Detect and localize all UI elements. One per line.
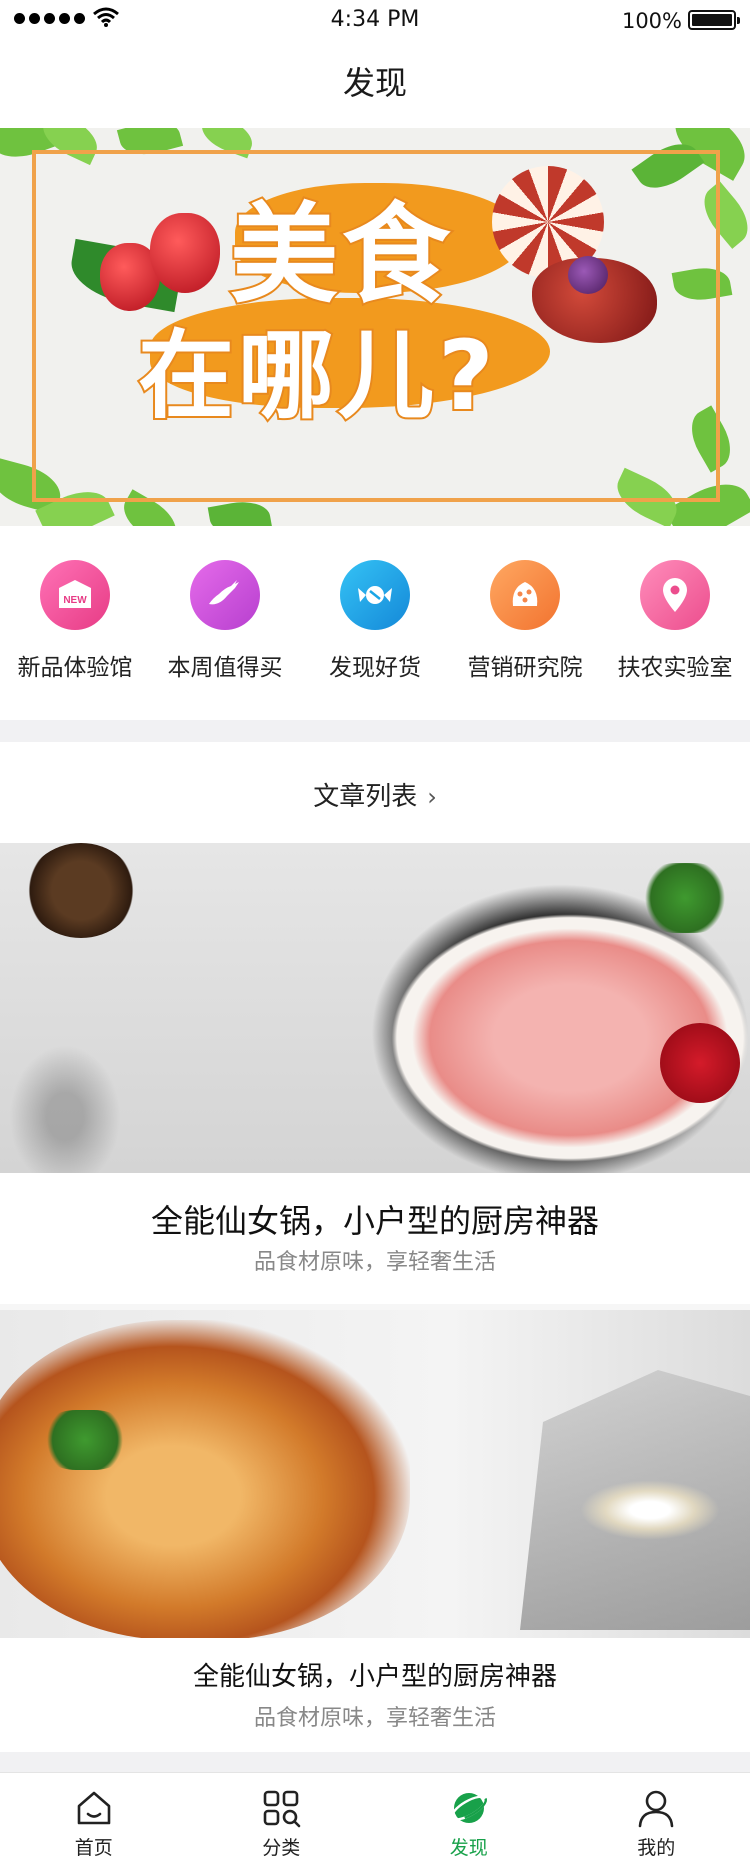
chili-garnish-image: [40, 1410, 130, 1470]
berries-image: [568, 256, 608, 294]
home-icon: [77, 1791, 111, 1825]
article-title[interactable]: 全能仙女锅，小户型的厨房神器: [0, 1196, 750, 1242]
tab-home[interactable]: 首页: [0, 1773, 188, 1869]
new-tag-icon: NEW: [40, 560, 110, 630]
tab-label: 我的: [637, 1837, 676, 1859]
location-pin-icon: [640, 560, 710, 630]
grid-search-icon: [263, 1790, 301, 1828]
tab-label: 发现: [449, 1837, 488, 1859]
planet-icon: [450, 1793, 487, 1823]
article-image[interactable]: [0, 843, 750, 1173]
category-agri-lab[interactable]: 扶农实验室: [600, 560, 750, 682]
category-shortcuts: NEW 新品体验馆 本周值得买 发现好货 营销研究院 扶农实验室: [0, 560, 750, 682]
promo-banner[interactable]: 美食 在哪儿?: [0, 128, 750, 526]
category-label: 营销研究院: [467, 655, 583, 681]
section-divider: [0, 1752, 750, 1772]
tab-profile[interactable]: 我的: [563, 1773, 750, 1869]
tab-discover[interactable]: 发现: [375, 1773, 563, 1869]
category-label: 发现好货: [329, 655, 421, 681]
rose-garnish-image: [660, 1023, 740, 1103]
svg-text:NEW: NEW: [63, 595, 87, 606]
light-flare-image: [580, 1480, 720, 1540]
status-bar: 4:34 PM 100%: [0, 0, 750, 40]
user-icon: [638, 1790, 674, 1828]
article-list-link[interactable]: 文章列表 ›: [0, 776, 750, 813]
spice-bowl-image: [26, 843, 136, 938]
page-title: 发现: [342, 64, 407, 102]
section-divider: [0, 720, 750, 742]
crab-dish-image: [0, 1320, 410, 1638]
category-label: 扶农实验室: [617, 655, 733, 681]
chevron-right-icon: ›: [427, 783, 437, 811]
article-title[interactable]: 全能仙女锅，小户型的厨房神器: [0, 1656, 750, 1693]
bird-icon: [190, 560, 260, 630]
herb-garnish-image: [640, 863, 730, 933]
category-label: 新品体验馆: [17, 655, 133, 681]
article-subtitle: 品食材原味，享轻奢生活: [253, 1706, 496, 1731]
battery-icon: [688, 10, 740, 30]
pie-icon: [490, 560, 560, 630]
strawberry-image: [150, 213, 220, 293]
category-label: 本周值得买: [167, 655, 283, 681]
banner-headline-line2: 在哪儿?: [136, 318, 498, 434]
article-image[interactable]: [0, 1310, 750, 1638]
tab-label: 首页: [74, 1837, 113, 1859]
category-weekly-deals[interactable]: 本周值得买: [150, 560, 300, 682]
article-list-title: 文章列表: [313, 782, 418, 812]
tab-category[interactable]: 分类: [188, 1773, 376, 1869]
candy-icon: [340, 560, 410, 630]
category-new-products[interactable]: NEW 新品体验馆: [0, 560, 150, 682]
category-marketing-institute[interactable]: 营销研究院: [450, 560, 600, 682]
bottom-tab-bar: 首页 分类 发现 我的: [0, 1772, 750, 1869]
battery-percentage: 100%: [621, 9, 682, 33]
category-discover-goods[interactable]: 发现好货: [300, 560, 450, 682]
tab-label: 分类: [262, 1837, 301, 1859]
goat-painting-image: [0, 1033, 130, 1173]
article-subtitle: 品食材原味，享轻奢生活: [253, 1250, 496, 1275]
